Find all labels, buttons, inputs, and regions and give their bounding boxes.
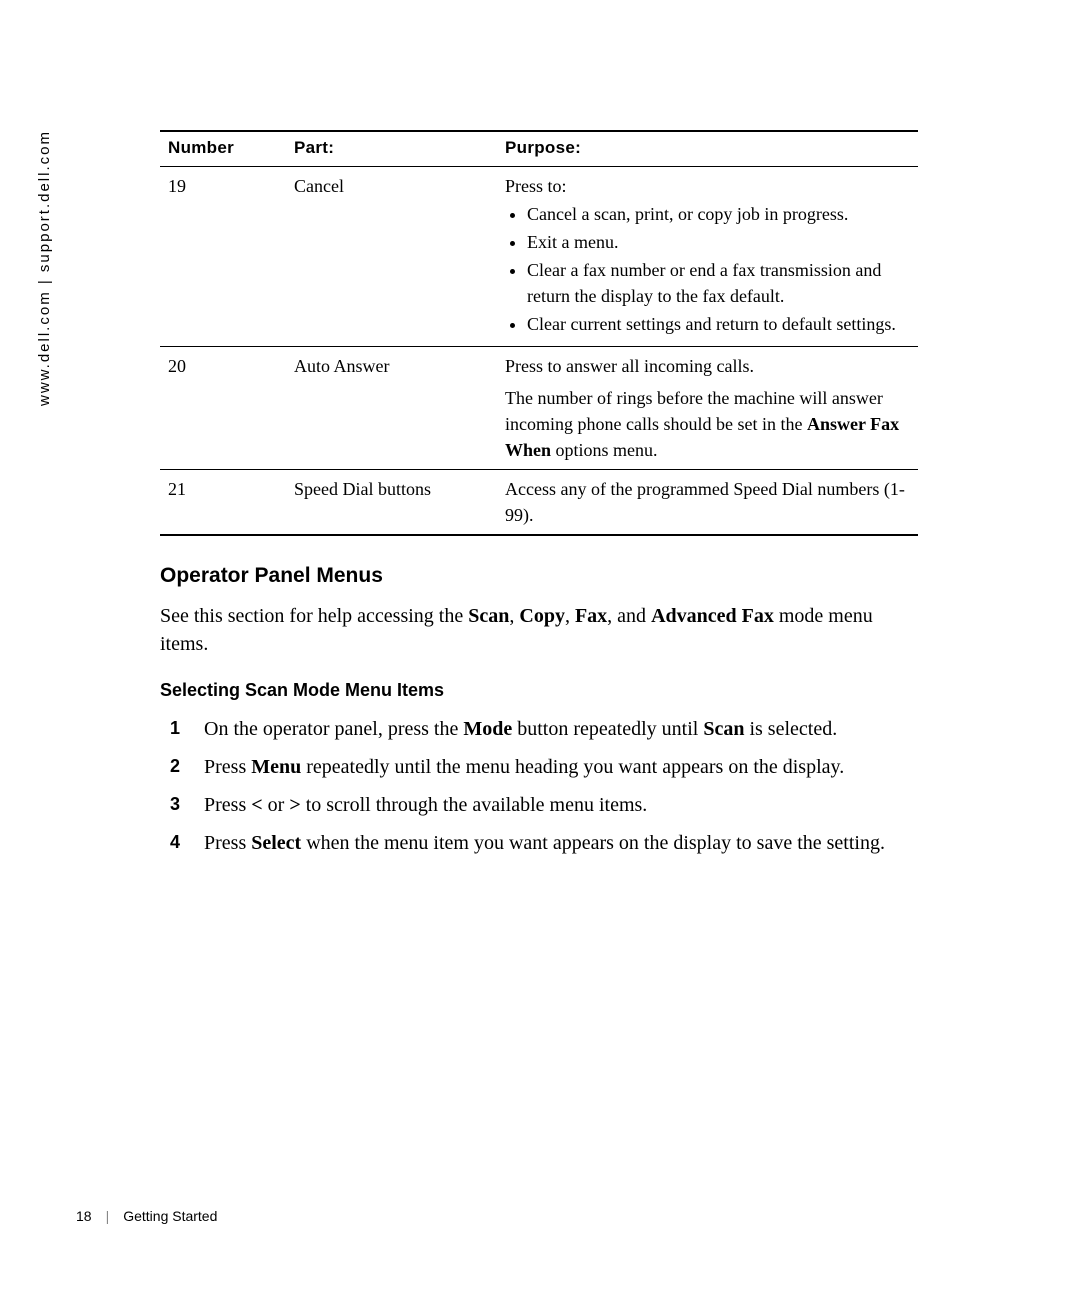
table-row: 21 Speed Dial buttons Access any of the …: [160, 469, 918, 535]
bullet-item: Exit a menu.: [527, 229, 910, 255]
cell-part: Auto Answer: [286, 346, 497, 469]
bullet-item: Clear a fax number or end a fax transmis…: [527, 257, 910, 309]
th-number: Number: [160, 131, 286, 167]
purpose-line: Press to answer all incoming calls.: [505, 353, 910, 379]
purpose-line: The number of rings before the machine w…: [505, 385, 910, 463]
cell-number: 19: [160, 167, 286, 347]
step-item: Press < or > to scroll through the avail…: [192, 791, 918, 819]
page-number: 18: [76, 1208, 92, 1224]
page-footer: 18 | Getting Started: [76, 1208, 217, 1224]
step-item: On the operator panel, press the Mode bu…: [192, 715, 918, 743]
side-url: www.dell.com | support.dell.com: [36, 130, 53, 406]
step-item: Press Menu repeatedly until the menu hea…: [192, 753, 918, 781]
cell-purpose: Access any of the programmed Speed Dial …: [497, 469, 918, 535]
cell-part: Cancel: [286, 167, 497, 347]
cell-number: 20: [160, 346, 286, 469]
intro-text: See this section for help accessing the …: [160, 602, 918, 658]
table-row: 19 Cancel Press to: Cancel a scan, print…: [160, 167, 918, 347]
cell-purpose: Press to answer all incoming calls. The …: [497, 346, 918, 469]
purpose-bullets: Cancel a scan, print, or copy job in pro…: [505, 201, 910, 337]
steps-list: On the operator panel, press the Mode bu…: [160, 715, 918, 857]
footer-section: Getting Started: [123, 1208, 217, 1224]
cell-number: 21: [160, 469, 286, 535]
page-content: Number Part: Purpose: 19 Cancel Press to…: [160, 130, 918, 867]
cell-part: Speed Dial buttons: [286, 469, 497, 535]
footer-separator: |: [106, 1208, 110, 1224]
step-item: Press Select when the menu item you want…: [192, 829, 918, 857]
cell-purpose: Press to: Cancel a scan, print, or copy …: [497, 167, 918, 347]
table-row: 20 Auto Answer Press to answer all incom…: [160, 346, 918, 469]
bullet-item: Cancel a scan, print, or copy job in pro…: [527, 201, 910, 227]
table-header-row: Number Part: Purpose:: [160, 131, 918, 167]
side-url-text: www.dell.com | support.dell.com: [36, 130, 53, 406]
sub-heading: Selecting Scan Mode Menu Items: [160, 680, 918, 701]
th-purpose: Purpose:: [497, 131, 918, 167]
bullet-item: Clear current settings and return to def…: [527, 311, 910, 337]
th-part: Part:: [286, 131, 497, 167]
parts-table: Number Part: Purpose: 19 Cancel Press to…: [160, 130, 918, 536]
section-heading: Operator Panel Menus: [160, 564, 918, 588]
purpose-intro: Press to:: [505, 176, 567, 196]
